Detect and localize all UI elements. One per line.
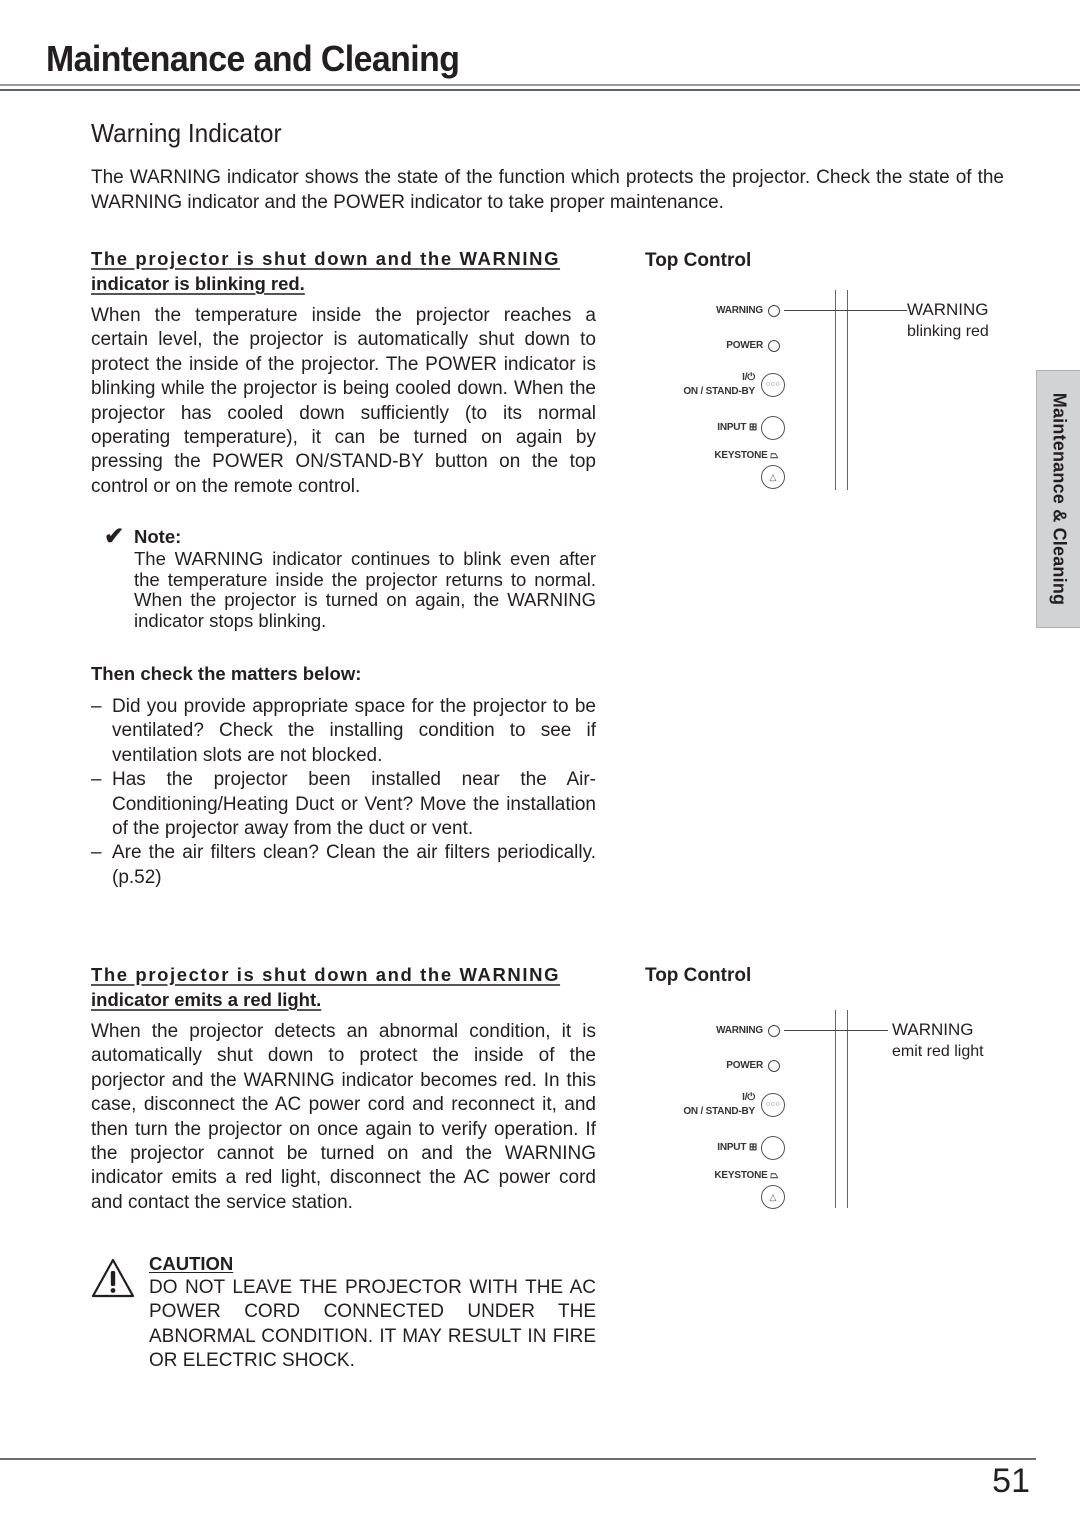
callout-text: WARNING blinking red: [907, 299, 989, 342]
case2-heading-line2: indicator emits a red light.: [91, 989, 322, 1010]
onstandby-symbol: I/⏻: [742, 1092, 755, 1103]
note-block: ✔ Note: The WARNING indicator continues …: [104, 525, 596, 631]
note-label: Note:: [134, 526, 182, 547]
input-label: INPUT ⊞: [717, 422, 757, 433]
warning-label: WARNING: [716, 305, 763, 316]
top-control-diagram-1: Top Control WARNING POWER I/⏻ ON / STAND…: [645, 250, 1035, 490]
list-item: – Did you provide appropriate space for t…: [91, 695, 596, 768]
dash-bullet: –: [91, 842, 102, 864]
dash-bullet: –: [91, 696, 102, 717]
case1-block: The projector is shut down and the WARNI…: [91, 246, 596, 499]
callout-line1: WARNING: [907, 300, 989, 319]
case2-heading-line1: The projector is shut down and the WARNI…: [91, 964, 561, 985]
diagram-title: Top Control: [645, 965, 752, 986]
title-rule-accent: [0, 89, 1080, 91]
case2-heading: The projector is shut down and the WARNI…: [91, 962, 596, 1012]
case1-heading: The projector is shut down and the WARNI…: [91, 246, 596, 296]
onstandby-label: ON / STAND-BY: [683, 1106, 755, 1117]
case2-body: When the projector detects an abnormal c…: [91, 1021, 596, 1213]
callout-line2: blinking red: [907, 323, 989, 340]
list-item: – Has the projector been installed near t…: [91, 768, 596, 841]
keystone-label: KEYSTONE ⏢: [714, 450, 778, 461]
onstandby-symbol: I/⏻: [742, 372, 755, 383]
case2-block: The projector is shut down and the WARNI…: [91, 962, 596, 1215]
keystone-up-button-icon: △: [761, 465, 785, 489]
callout-line2: emit red light: [892, 1043, 984, 1060]
warning-triangle-icon: [91, 1258, 135, 1298]
warning-led-icon: [768, 1025, 780, 1037]
page-number: 51: [992, 1462, 1030, 1500]
title-rule: [0, 84, 1080, 86]
list-item: – Are the air filters clean? Clean the ai…: [91, 841, 596, 890]
top-control-diagram-2: Top Control WARNING POWER I/⏻ ON / STAND…: [645, 965, 1035, 1209]
input-button-icon: [761, 1136, 785, 1160]
warning-led-icon: [768, 305, 780, 317]
power-label: POWER: [726, 1060, 763, 1071]
caution-label: CAUTION: [149, 1253, 234, 1274]
chapter-side-tab[interactable]: Maintenance & Cleaning: [1036, 370, 1080, 628]
section-title: Warning Indicator: [91, 118, 282, 148]
footer-rule: [0, 1458, 1036, 1460]
panel-edge-line: [835, 290, 837, 490]
keystone-up-button-icon: △: [761, 1185, 785, 1209]
power-label: POWER: [726, 340, 763, 351]
note-text: The WARNING indicator continues to blink…: [134, 548, 596, 631]
diagram-title: Top Control: [645, 250, 752, 271]
panel-edge-line: [835, 1010, 837, 1208]
dash-bullet: –: [91, 769, 102, 791]
power-led-icon: [768, 1060, 780, 1072]
case1-heading-line2: indicator is blinking red.: [91, 273, 305, 294]
power-button-icon: ○○○: [761, 373, 785, 397]
case1-heading-line1: The projector is shut down and the WARNI…: [91, 248, 561, 269]
input-button-icon: [761, 416, 785, 440]
warning-label: WARNING: [716, 1025, 763, 1036]
callout-text: WARNING emit red light: [892, 1019, 984, 1062]
list-item-text: Did you provide appropriate space for th…: [112, 696, 596, 766]
caution-block: CAUTION DO NOT LEAVE THE PROJECTOR WITH …: [91, 1252, 596, 1374]
power-button-icon: ○○○: [761, 1093, 785, 1117]
intro-paragraph: The WARNING indicator shows the state of…: [91, 167, 1004, 213]
keystone-label: KEYSTONE ⏢: [714, 1170, 778, 1181]
caution-text: DO NOT LEAVE THE PROJECTOR WITH THE AC P…: [149, 1277, 596, 1372]
onstandby-label: ON / STAND-BY: [683, 386, 755, 397]
matters-list: – Did you provide appropriate space for t…: [91, 695, 596, 890]
case1-body: When the temperature inside the projecto…: [91, 305, 596, 497]
note-heading: ✔ Note:: [104, 525, 596, 549]
power-led-icon: [768, 340, 780, 352]
callout-line1: WARNING: [892, 1020, 974, 1039]
page-title: Maintenance and Cleaning: [46, 38, 460, 79]
callout-leader-line: [784, 1030, 888, 1032]
matters-heading: Then check the matters below:: [91, 663, 362, 684]
panel-edge-line: [847, 290, 849, 490]
list-item-text: Are the air filters clean? Clean the air…: [112, 842, 596, 888]
callout-leader-line: [784, 310, 907, 312]
side-tab-label: Maintenance & Cleaning: [1049, 392, 1070, 606]
input-label: INPUT ⊞: [717, 1142, 757, 1153]
check-mark-icon: ✔: [104, 523, 125, 550]
panel-edge-line: [847, 1010, 849, 1208]
list-item-text: Has the projector been installed near th…: [112, 769, 596, 840]
